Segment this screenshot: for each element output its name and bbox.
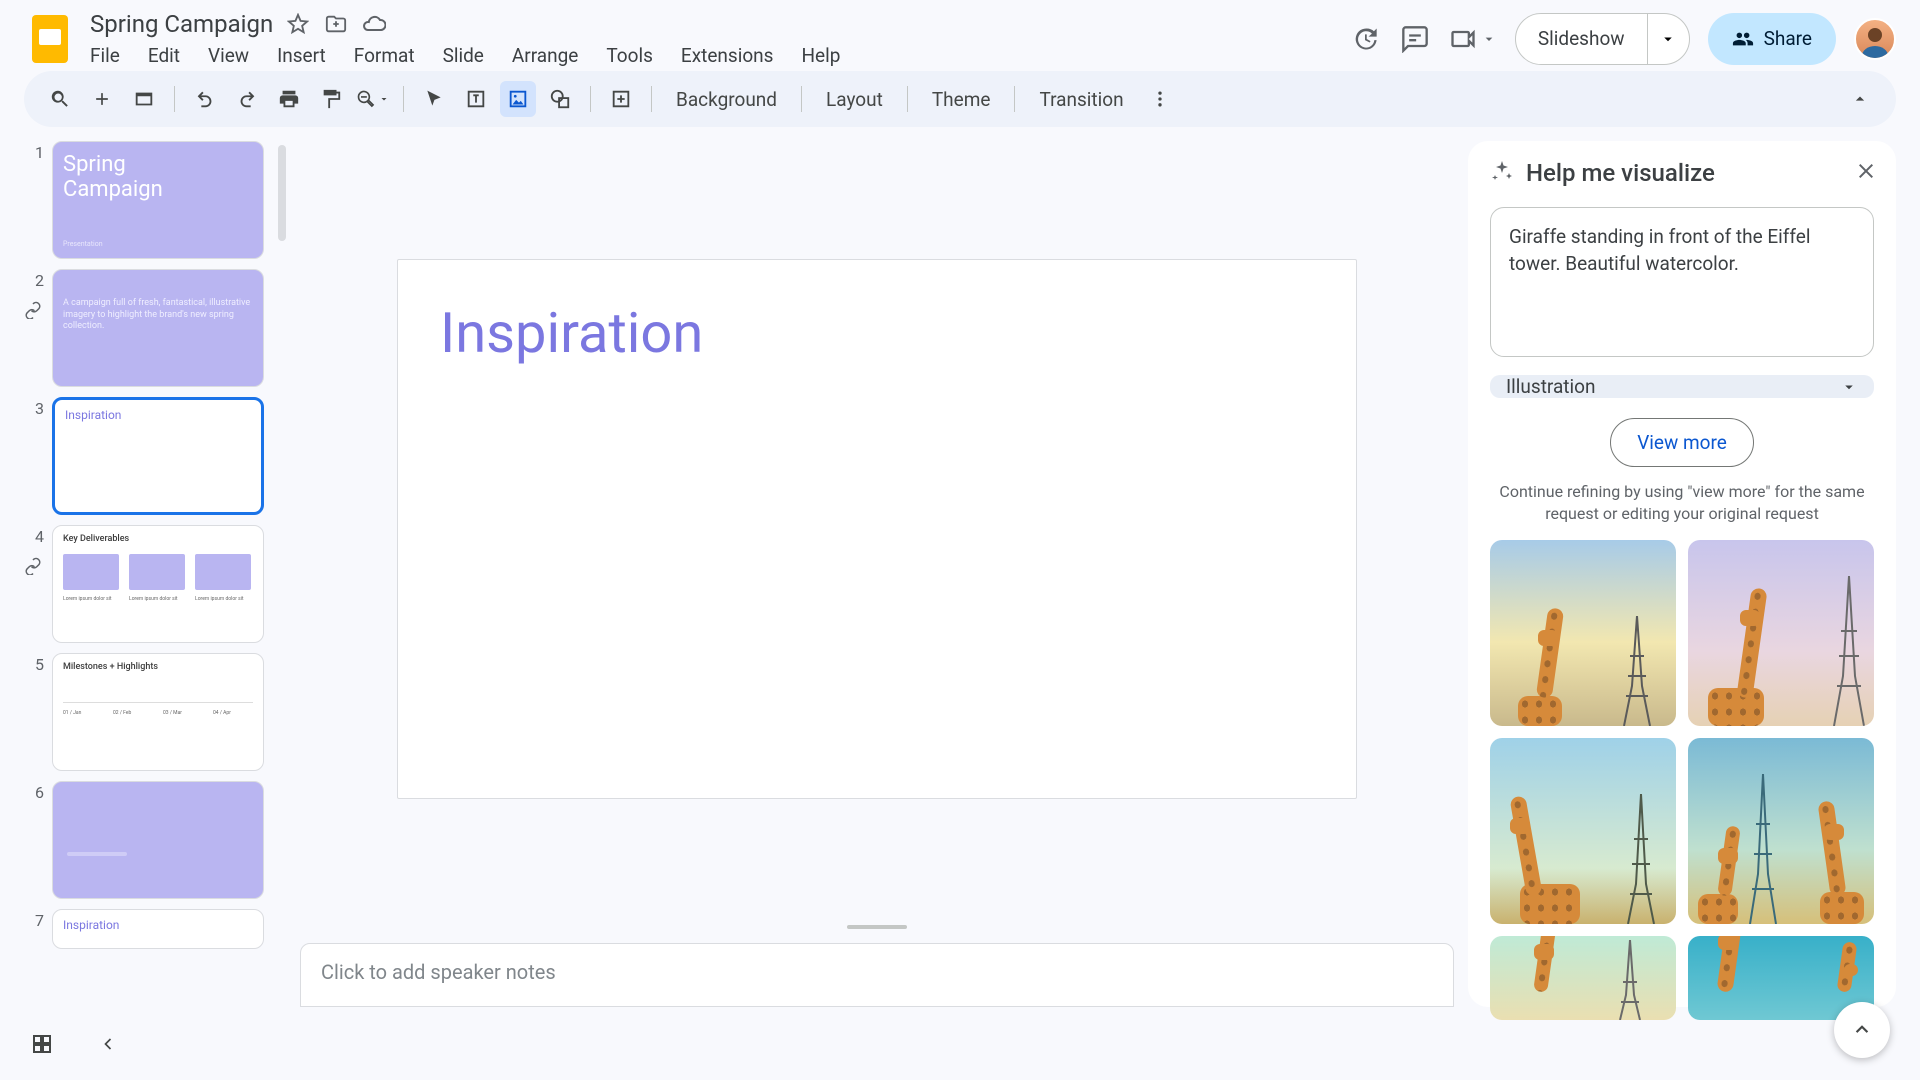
slide-thumb-2[interactable]: A campaign full of fresh, fantastical, i… xyxy=(52,269,264,387)
thumb-body: A campaign full of fresh, fantastical, i… xyxy=(63,298,253,333)
link-icon xyxy=(24,557,42,579)
comments-icon[interactable] xyxy=(1399,23,1431,55)
slideshow-button[interactable]: Slideshow xyxy=(1516,14,1647,64)
new-slide-with-layout-button[interactable] xyxy=(126,81,162,117)
menu-help[interactable]: Help xyxy=(801,44,840,67)
insert-comment-tool[interactable] xyxy=(603,81,639,117)
meet-button[interactable] xyxy=(1449,25,1497,53)
slide-number: 1 xyxy=(24,141,44,162)
refine-hint: Continue refining by using "view more" f… xyxy=(1490,481,1874,524)
generated-image-2[interactable] xyxy=(1688,540,1874,726)
people-icon xyxy=(1732,28,1754,50)
menu-edit[interactable]: Edit xyxy=(148,44,180,67)
generated-image-5[interactable] xyxy=(1490,936,1676,1020)
slide-thumb-1[interactable]: Spring Campaign Presentation xyxy=(52,141,264,259)
slide-thumb-4[interactable]: Key Deliverables Lorem ipsum dolor sitLo… xyxy=(52,525,264,643)
redo-button[interactable] xyxy=(229,81,265,117)
thumb-title: Key Deliverables xyxy=(63,534,129,544)
slides-logo[interactable] xyxy=(24,13,76,65)
generated-images-grid xyxy=(1490,540,1874,1020)
thumb-title: Inspiration xyxy=(65,408,121,422)
thumb-title: Spring Campaign xyxy=(63,152,163,203)
link-icon xyxy=(24,301,42,323)
menu-insert[interactable]: Insert xyxy=(277,44,326,67)
close-icon[interactable] xyxy=(1854,159,1878,187)
menu-extensions[interactable]: Extensions xyxy=(681,44,774,67)
prompt-input[interactable]: Giraffe standing in front of the Eiffel … xyxy=(1490,207,1874,357)
slide-number: 2 xyxy=(24,269,44,290)
help-me-visualize-panel: Help me visualize Giraffe standing in fr… xyxy=(1468,141,1896,1007)
chevron-down-icon xyxy=(1840,378,1858,396)
star-icon[interactable] xyxy=(285,11,311,37)
chevron-down-icon xyxy=(1659,30,1677,48)
slideshow-dropdown[interactable] xyxy=(1647,14,1689,64)
textbox-tool[interactable] xyxy=(458,81,494,117)
slide-canvas[interactable]: Inspiration xyxy=(397,259,1357,799)
transition-button[interactable]: Transition xyxy=(1027,88,1135,111)
menu-arrange[interactable]: Arrange xyxy=(512,44,578,67)
share-button[interactable]: Share xyxy=(1708,13,1836,65)
menu-format[interactable]: Format xyxy=(354,44,415,67)
slide-number: 4 xyxy=(24,525,44,546)
style-dropdown[interactable]: Illustration xyxy=(1490,375,1874,398)
speaker-notes[interactable]: Click to add speaker notes xyxy=(300,943,1454,1007)
slideshow-split-button: Slideshow xyxy=(1515,13,1690,65)
slide-thumb-3[interactable]: Inspiration xyxy=(52,397,264,515)
sparkle-icon xyxy=(1490,159,1514,187)
background-button[interactable]: Background xyxy=(664,88,789,111)
zoom-button[interactable] xyxy=(355,81,391,117)
notes-resize-handle[interactable] xyxy=(300,917,1454,937)
generated-image-3[interactable] xyxy=(1490,738,1676,924)
slide-title-text[interactable]: Inspiration xyxy=(440,300,703,366)
filmstrip[interactable]: 1 Spring Campaign Presentation 2 A campa… xyxy=(24,141,286,1007)
chevron-down-icon xyxy=(1481,31,1497,47)
slide-thumb-7[interactable]: Inspiration xyxy=(52,909,264,949)
move-icon[interactable] xyxy=(323,11,349,37)
slide-number: 6 xyxy=(24,781,44,802)
scroll-to-top-button[interactable] xyxy=(1834,1002,1890,1058)
thumb-title: Milestones + Highlights xyxy=(63,662,158,672)
thumb-subtitle: Presentation xyxy=(63,240,103,248)
select-tool[interactable] xyxy=(416,81,452,117)
slide-number: 3 xyxy=(24,397,44,418)
cloud-status-icon[interactable] xyxy=(361,11,387,37)
image-tool[interactable] xyxy=(500,81,536,117)
toolbar: Background Layout Theme Transition xyxy=(24,71,1896,127)
editor-area: Inspiration Click to add speaker notes xyxy=(300,141,1454,1007)
share-label: Share xyxy=(1764,27,1812,50)
print-button[interactable] xyxy=(271,81,307,117)
chevron-down-icon xyxy=(378,93,390,105)
layout-button[interactable]: Layout xyxy=(814,88,895,111)
slide-thumb-6[interactable] xyxy=(52,781,264,899)
menu-tools[interactable]: Tools xyxy=(606,44,653,67)
menu-slide[interactable]: Slide xyxy=(443,44,484,67)
style-value: Illustration xyxy=(1506,375,1595,398)
grid-view-button[interactable] xyxy=(24,1026,60,1062)
history-icon[interactable] xyxy=(1349,23,1381,55)
new-slide-button[interactable] xyxy=(84,81,120,117)
shape-tool[interactable] xyxy=(542,81,578,117)
slide-number: 7 xyxy=(24,909,44,930)
more-tools-button[interactable] xyxy=(1142,81,1178,117)
menu-view[interactable]: View xyxy=(208,44,249,67)
panel-title: Help me visualize xyxy=(1526,159,1715,187)
slide-thumb-5[interactable]: Milestones + Highlights 01 / Jan02 / Feb… xyxy=(52,653,264,771)
generated-image-4[interactable] xyxy=(1688,738,1874,924)
view-more-button[interactable]: View more xyxy=(1610,418,1754,467)
thumb-title: Inspiration xyxy=(63,918,119,932)
paint-format-button[interactable] xyxy=(313,81,349,117)
slide-number: 5 xyxy=(24,653,44,674)
search-menus-button[interactable] xyxy=(42,81,78,117)
undo-button[interactable] xyxy=(187,81,223,117)
document-title[interactable]: Spring Campaign xyxy=(90,10,273,38)
menu-file[interactable]: File xyxy=(90,44,120,67)
app-header: Spring Campaign File Edit View Insert Fo… xyxy=(0,0,1920,67)
bottom-left-controls xyxy=(24,1026,126,1062)
account-avatar[interactable] xyxy=(1854,18,1896,60)
collapse-filmstrip-button[interactable] xyxy=(90,1026,126,1062)
menu-bar: File Edit View Insert Format Slide Arran… xyxy=(90,40,1335,67)
theme-button[interactable]: Theme xyxy=(920,88,1003,111)
generated-image-1[interactable] xyxy=(1490,540,1676,726)
collapse-toolbar-button[interactable] xyxy=(1842,81,1878,117)
